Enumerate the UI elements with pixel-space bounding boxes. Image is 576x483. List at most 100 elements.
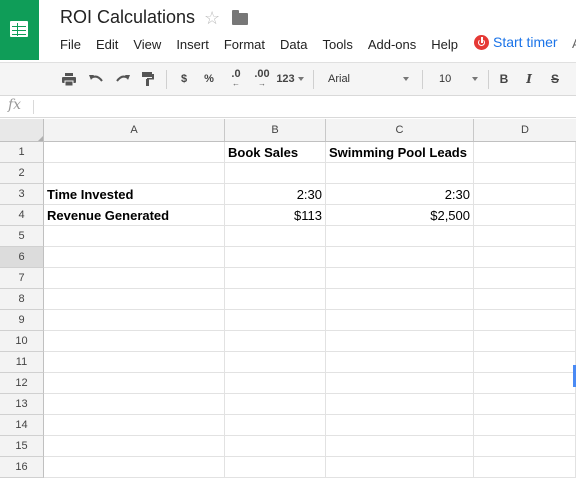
menu-help[interactable]: Help <box>431 36 458 54</box>
font-size-dropdown[interactable]: 10 <box>430 63 482 95</box>
cell-a15[interactable] <box>44 436 225 457</box>
font-family-dropdown[interactable]: Arial <box>322 63 414 95</box>
cell-d2[interactable] <box>474 163 576 184</box>
decrease-decimal-button[interactable]: .0 ← <box>225 63 247 95</box>
row-header[interactable]: 16 <box>0 457 44 478</box>
cell-a8[interactable] <box>44 289 225 310</box>
cell-b13[interactable] <box>225 394 326 415</box>
menu-edit[interactable]: Edit <box>96 36 118 54</box>
cell-d16[interactable] <box>474 457 576 478</box>
menu-format[interactable]: Format <box>224 36 265 54</box>
cell-a7[interactable] <box>44 268 225 289</box>
row-header[interactable]: 8 <box>0 289 44 310</box>
row-header[interactable]: 3 <box>0 184 44 205</box>
cell-d9[interactable] <box>474 310 576 331</box>
paint-format-icon[interactable] <box>137 63 159 95</box>
menu-addons[interactable]: Add-ons <box>368 36 416 54</box>
cell-b6[interactable] <box>225 247 326 268</box>
cell-a1[interactable] <box>44 142 225 163</box>
print-icon[interactable] <box>58 63 80 95</box>
cell-c9[interactable] <box>326 310 474 331</box>
row-header[interactable]: 13 <box>0 394 44 415</box>
cell-b2[interactable] <box>225 163 326 184</box>
cell-d12[interactable] <box>474 373 576 394</box>
row-header[interactable]: 6 <box>0 247 44 268</box>
undo-icon[interactable] <box>85 63 107 95</box>
strikethrough-button[interactable]: S <box>546 63 564 95</box>
cell-c3[interactable]: 2:30 <box>326 184 474 205</box>
cell-a13[interactable] <box>44 394 225 415</box>
cell-d15[interactable] <box>474 436 576 457</box>
cell-c4[interactable]: $2,500 <box>326 205 474 226</box>
cell-c7[interactable] <box>326 268 474 289</box>
cell-b1[interactable]: Book Sales <box>225 142 326 163</box>
row-header[interactable]: 1 <box>0 142 44 163</box>
cell-a16[interactable] <box>44 457 225 478</box>
start-timer-button[interactable]: Start timer <box>474 34 558 50</box>
cell-b12[interactable] <box>225 373 326 394</box>
cell-d10[interactable] <box>474 331 576 352</box>
cell-c12[interactable] <box>326 373 474 394</box>
star-icon[interactable]: ☆ <box>204 7 220 29</box>
cell-d14[interactable] <box>474 415 576 436</box>
select-all-corner[interactable] <box>0 119 44 141</box>
menu-view[interactable]: View <box>133 36 161 54</box>
cell-d6[interactable] <box>474 247 576 268</box>
cell-a12[interactable] <box>44 373 225 394</box>
row-header[interactable]: 12 <box>0 373 44 394</box>
cell-b10[interactable] <box>225 331 326 352</box>
folder-icon[interactable] <box>232 10 248 25</box>
row-header[interactable]: 9 <box>0 310 44 331</box>
cell-a9[interactable] <box>44 310 225 331</box>
cell-c13[interactable] <box>326 394 474 415</box>
cell-d1[interactable] <box>474 142 576 163</box>
row-header[interactable]: 7 <box>0 268 44 289</box>
cell-c1[interactable]: Swimming Pool Leads <box>326 142 474 163</box>
cell-b8[interactable] <box>225 289 326 310</box>
cell-b4[interactable]: $113 <box>225 205 326 226</box>
italic-button[interactable]: I <box>520 63 538 95</box>
cell-b9[interactable] <box>225 310 326 331</box>
cell-a4[interactable]: Revenue Generated <box>44 205 225 226</box>
cell-c10[interactable] <box>326 331 474 352</box>
cell-d5[interactable] <box>474 226 576 247</box>
cell-d8[interactable] <box>474 289 576 310</box>
column-header-b[interactable]: B <box>225 119 326 141</box>
currency-format-button[interactable]: $ <box>175 63 193 95</box>
cell-a10[interactable] <box>44 331 225 352</box>
cell-c5[interactable] <box>326 226 474 247</box>
cell-a6[interactable] <box>44 247 225 268</box>
cell-d3[interactable] <box>474 184 576 205</box>
document-title[interactable]: ROI Calculations <box>60 7 195 28</box>
cell-c11[interactable] <box>326 352 474 373</box>
menu-insert[interactable]: Insert <box>176 36 209 54</box>
cell-c15[interactable] <box>326 436 474 457</box>
cell-d7[interactable] <box>474 268 576 289</box>
menu-data[interactable]: Data <box>280 36 307 54</box>
cell-c2[interactable] <box>326 163 474 184</box>
row-header[interactable]: 14 <box>0 415 44 436</box>
increase-decimal-button[interactable]: .00 → <box>251 63 273 95</box>
cell-b3[interactable]: 2:30 <box>225 184 326 205</box>
sheets-logo[interactable] <box>0 0 39 60</box>
cell-d13[interactable] <box>474 394 576 415</box>
cell-c8[interactable] <box>326 289 474 310</box>
column-header-d[interactable]: D <box>474 119 576 141</box>
cell-b14[interactable] <box>225 415 326 436</box>
row-header[interactable]: 4 <box>0 205 44 226</box>
percent-format-button[interactable]: % <box>200 63 218 95</box>
row-header[interactable]: 5 <box>0 226 44 247</box>
menu-tools[interactable]: Tools <box>322 36 352 54</box>
cell-b16[interactable] <box>225 457 326 478</box>
cell-d4[interactable] <box>474 205 576 226</box>
bold-button[interactable]: B <box>495 63 513 95</box>
menu-file[interactable]: File <box>60 36 81 54</box>
column-header-a[interactable]: A <box>44 119 225 141</box>
cell-a11[interactable] <box>44 352 225 373</box>
row-header[interactable]: 15 <box>0 436 44 457</box>
cell-b15[interactable] <box>225 436 326 457</box>
column-header-c[interactable]: C <box>326 119 474 141</box>
cell-c6[interactable] <box>326 247 474 268</box>
cell-c14[interactable] <box>326 415 474 436</box>
cell-b7[interactable] <box>225 268 326 289</box>
